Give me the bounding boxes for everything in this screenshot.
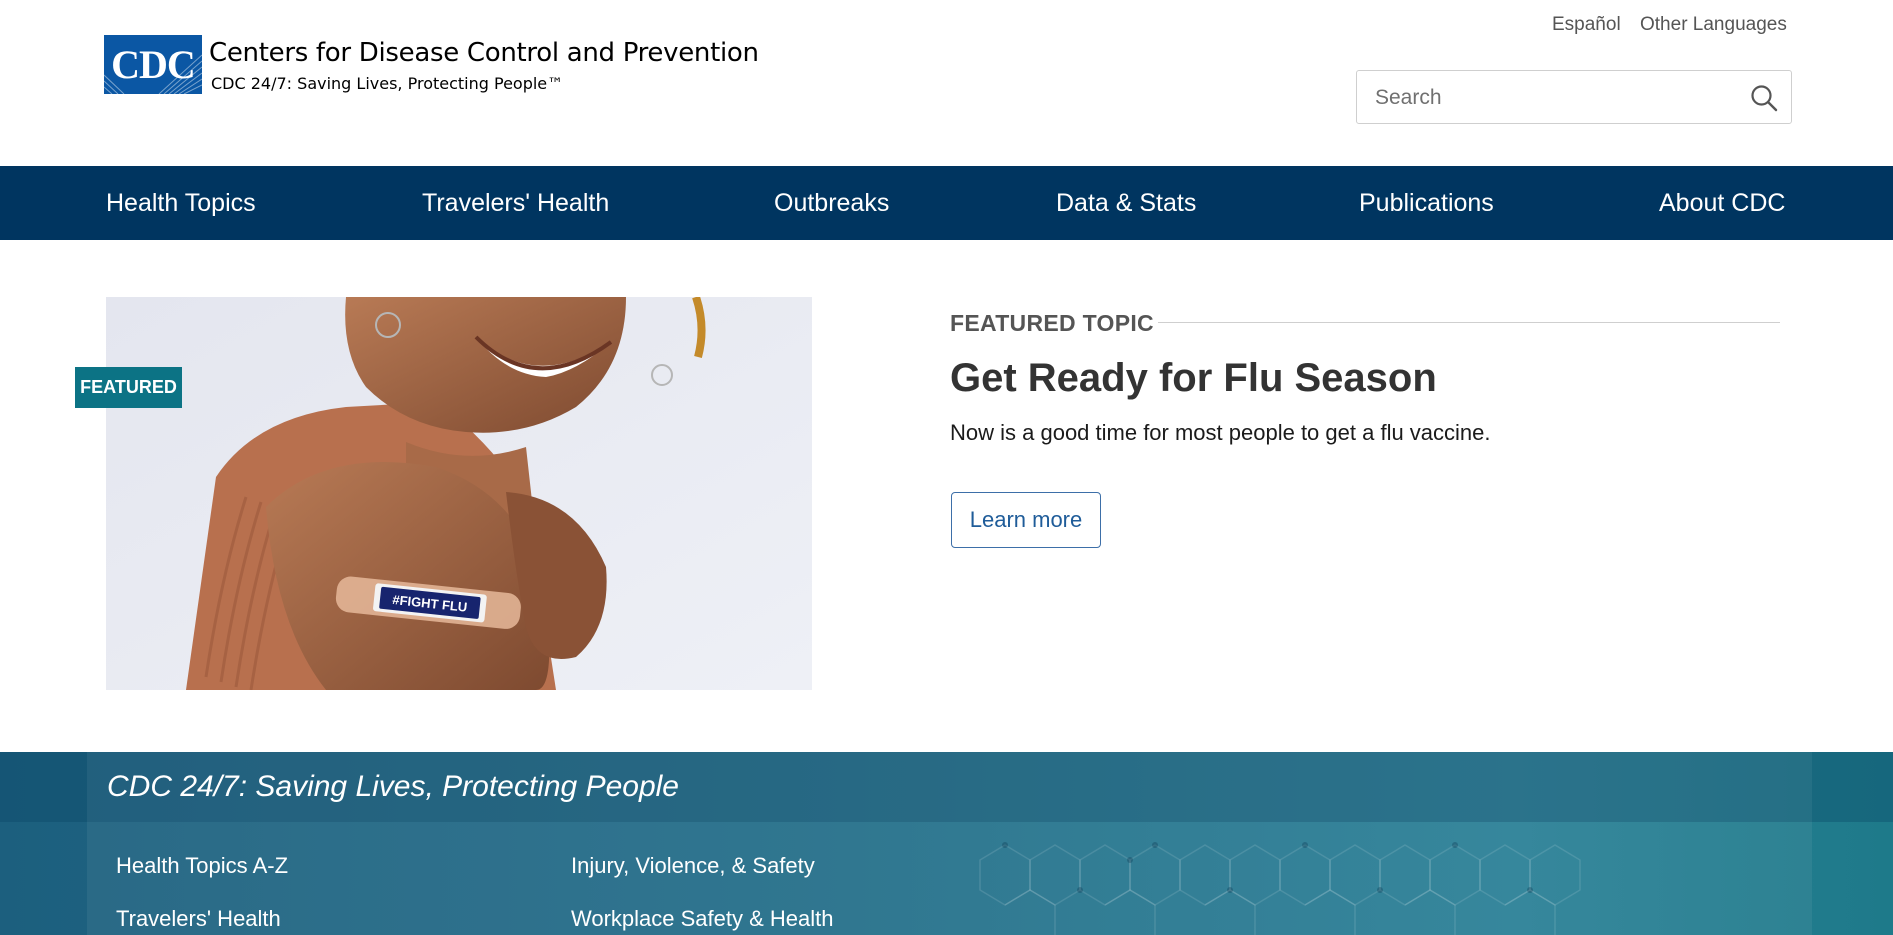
featured-topic-label: FEATURED TOPIC [950, 310, 1154, 336]
featured-description: Now is a good time for most people to ge… [950, 420, 1491, 445]
nav-item-travelers-health[interactable]: Travelers' Health [422, 166, 609, 240]
mission-band-title: CDC 24/7: Saving Lives, Protecting Peopl… [107, 770, 679, 803]
footer-link-workplace-safety-health[interactable]: Workplace Safety & Health [571, 906, 834, 932]
footer-link-health-topics-az[interactable]: Health Topics A-Z [116, 853, 288, 879]
featured-badge: FEATURED [75, 367, 182, 408]
search-icon[interactable] [1749, 83, 1779, 113]
nav-item-publications[interactable]: Publications [1359, 166, 1494, 240]
search-input[interactable] [1373, 71, 1717, 125]
footer-link-injury-violence-safety[interactable]: Injury, Violence, & Safety [571, 853, 815, 879]
featured-image[interactable]: #FIGHT FLU [106, 297, 812, 690]
nav-item-health-topics[interactable]: Health Topics [106, 166, 256, 240]
language-link-espanol[interactable]: Español [1552, 14, 1621, 36]
language-link-other[interactable]: Other Languages [1640, 14, 1787, 36]
search-box [1356, 70, 1792, 125]
nav-item-data-stats[interactable]: Data & Stats [1056, 166, 1196, 240]
org-tagline: CDC 24/7: Saving Lives, Protecting Peopl… [211, 74, 564, 93]
site-header: CDC Centers for Disease Control and Prev… [0, 0, 1893, 166]
org-name[interactable]: Centers for Disease Control and Preventi… [209, 38, 759, 68]
nav-item-about-cdc[interactable]: About CDC [1659, 166, 1785, 240]
featured-divider [1158, 322, 1780, 323]
learn-more-button[interactable]: Learn more [951, 492, 1101, 548]
nav-item-outbreaks[interactable]: Outbreaks [774, 166, 889, 240]
featured-title[interactable]: Get Ready for Flu Season [950, 356, 1437, 401]
footer-link-travelers-health[interactable]: Travelers' Health [116, 906, 281, 932]
vaccinated-person-illustration: #FIGHT FLU [106, 297, 812, 690]
logo-text: CDC [111, 42, 196, 87]
main-nav: Health Topics Travelers' Health Outbreak… [0, 166, 1893, 240]
cdc-logo[interactable]: CDC [104, 35, 202, 94]
hexagon-pattern-icon [979, 842, 1581, 935]
